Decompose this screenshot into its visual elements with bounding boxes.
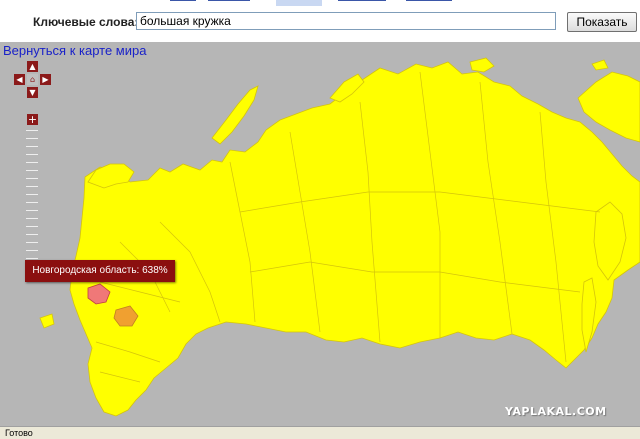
pan-up-icon[interactable]: ▲: [27, 61, 38, 72]
tab-1[interactable]: [170, 0, 196, 4]
watermark-logo: YAPLAKAL.COM: [505, 405, 607, 418]
tab-4[interactable]: [338, 0, 386, 4]
back-to-world-map-link[interactable]: Вернуться к карте мира: [3, 43, 146, 58]
tab-2[interactable]: [208, 0, 250, 4]
pan-left-icon[interactable]: ◀: [14, 74, 25, 85]
zoom-in-icon[interactable]: +: [27, 114, 38, 125]
status-bar: Готово: [0, 426, 640, 439]
russia-map[interactable]: [0, 42, 640, 426]
sakhalin: [581, 277, 597, 353]
region-tooltip: Новгородская область: 638%: [25, 260, 175, 282]
home-icon[interactable]: ⌂: [27, 74, 38, 85]
zoom-slider[interactable]: [26, 130, 38, 280]
tab-5[interactable]: [406, 0, 452, 4]
pan-down-icon[interactable]: ▼: [27, 87, 38, 98]
wrangel-island: [591, 59, 609, 71]
keywords-input[interactable]: [136, 12, 556, 30]
kaliningrad: [39, 313, 55, 329]
search-bar: Ключевые слова: Показать: [0, 0, 640, 42]
show-button[interactable]: Показать: [567, 12, 637, 32]
pan-right-icon[interactable]: ▶: [40, 74, 51, 85]
new-siberian-islands: [469, 57, 495, 73]
russia-landmass: [69, 61, 640, 417]
novaya-zemlya: [211, 85, 259, 145]
keywords-label: Ключевые слова:: [33, 15, 139, 29]
tab-3-active[interactable]: [276, 0, 322, 6]
map-view[interactable]: Вернуться к карте мира ▲ ◀ ⌂ ▶ ▼ + Новго…: [0, 42, 640, 426]
status-text: Готово: [5, 428, 33, 438]
